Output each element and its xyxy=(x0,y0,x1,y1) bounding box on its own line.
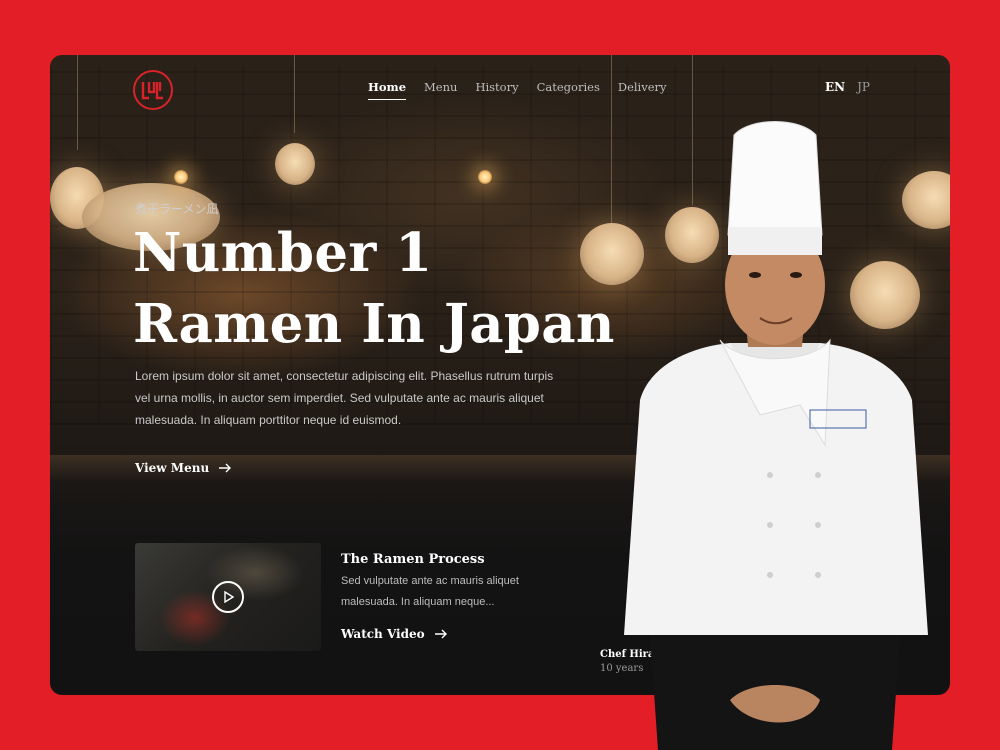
video-description: Sed vulputate ante ac mauris aliquet mal… xyxy=(341,575,519,608)
logo[interactable] xyxy=(133,70,173,110)
lamp-wire xyxy=(77,55,78,150)
play-button[interactable] xyxy=(212,581,244,613)
light-bulb xyxy=(478,170,492,184)
watch-video-link[interactable]: Watch Video xyxy=(341,627,448,641)
play-icon xyxy=(224,591,234,603)
arrow-right-icon xyxy=(219,463,232,473)
hero-title-line2: Ramen In Japan xyxy=(133,293,615,355)
nav-history[interactable]: History xyxy=(475,80,518,100)
lang-jp-button[interactable]: JP xyxy=(857,80,870,94)
hero-description: Lorem ipsum dolor sit amet, consectetur … xyxy=(135,369,554,427)
video-thumbnail[interactable] xyxy=(135,543,321,651)
chef-photo xyxy=(624,121,928,750)
hero-title: Number 1 Ramen In Japan xyxy=(133,218,653,360)
lamp-wire xyxy=(294,55,295,133)
hero-eyebrow: 煮干ラーメン凪 xyxy=(135,202,219,216)
view-menu-label: View Menu xyxy=(135,461,210,475)
view-menu-link[interactable]: View Menu xyxy=(135,461,232,475)
video-title: The Ramen Process xyxy=(341,552,485,567)
hero-title-line1: Number 1 xyxy=(133,222,433,284)
lang-en-button[interactable]: EN xyxy=(825,80,845,94)
ramen-logo-icon xyxy=(141,82,163,100)
paper-lantern xyxy=(275,143,315,185)
nav-menu[interactable]: Menu xyxy=(424,80,457,100)
language-switcher: EN JP xyxy=(825,80,870,94)
main-nav: Home Menu History Categories Delivery xyxy=(368,80,667,100)
nav-delivery[interactable]: Delivery xyxy=(618,80,667,100)
light-bulb xyxy=(174,170,188,184)
nav-categories[interactable]: Categories xyxy=(537,80,600,100)
nav-home[interactable]: Home xyxy=(368,80,407,100)
arrow-right-icon xyxy=(434,629,447,639)
watch-video-label: Watch Video xyxy=(341,627,425,641)
